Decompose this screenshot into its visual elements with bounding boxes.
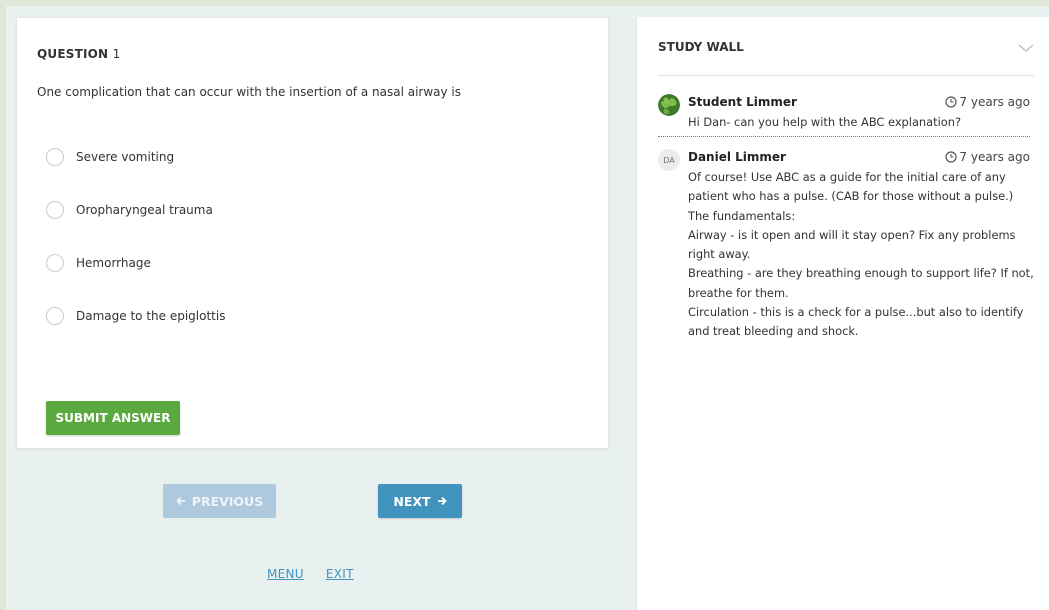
question-card: QUESTION 1 One complication that can occ… <box>16 17 609 449</box>
post-message: Hi Dan- can you help with the ABC explan… <box>688 115 961 129</box>
post-author: Daniel Limmer <box>688 150 786 164</box>
post-author: Student Limmer <box>688 95 797 109</box>
answer-option-label: Severe vomiting <box>76 149 175 164</box>
answer-option-label: Hemorrhage <box>76 255 151 270</box>
post-separator <box>658 136 1030 137</box>
previous-button[interactable]: PREVIOUS <box>163 484 276 518</box>
footer-links: MENU EXIT <box>267 567 354 581</box>
arrow-right-icon <box>437 496 447 506</box>
clock-icon <box>945 96 957 108</box>
answer-option-label: Damage to the epiglottis <box>76 308 226 323</box>
globe-avatar-icon <box>658 94 680 116</box>
radio-button[interactable] <box>46 306 64 325</box>
study-wall-divider <box>658 75 1034 76</box>
answer-option-4[interactable]: Damage to the epiglottis <box>46 289 225 342</box>
previous-label: PREVIOUS <box>191 493 264 509</box>
radio-button[interactable] <box>46 147 64 166</box>
question-text: One complication that can occur with the… <box>37 85 462 99</box>
answer-option-label: Oropharyngeal trauma <box>76 202 213 217</box>
answer-option-3[interactable]: Hemorrhage <box>46 236 225 289</box>
answer-option-1[interactable]: Severe vomiting <box>46 130 225 183</box>
question-number: 1 <box>112 47 121 61</box>
menu-link[interactable]: MENU <box>267 567 304 581</box>
exit-link[interactable]: EXIT <box>326 567 354 581</box>
submit-answer-button[interactable]: SUBMIT ANSWER <box>46 401 180 435</box>
next-button[interactable]: NEXT <box>378 484 462 518</box>
post-message: Of course! Use ABC as a guide for the in… <box>688 170 1034 339</box>
answer-option-2[interactable]: Oropharyngeal trauma <box>46 183 225 236</box>
question-label: QUESTION 1 <box>37 47 121 61</box>
next-label: NEXT <box>393 493 431 509</box>
radio-button[interactable] <box>46 200 64 219</box>
study-wall-panel: STUDY WALL Student Limmer 7 years ago Hi… <box>636 17 1049 610</box>
chevron-down-icon[interactable] <box>1015 39 1037 57</box>
initials-avatar: DA <box>658 149 680 171</box>
study-wall-title: STUDY WALL <box>658 40 744 54</box>
radio-button[interactable] <box>46 253 64 272</box>
clock-icon <box>945 151 957 163</box>
post-timestamp: 7 years ago <box>945 95 1030 109</box>
answer-options: Severe vomiting Oropharyngeal trauma Hem… <box>46 130 225 342</box>
arrow-left-icon <box>176 496 185 506</box>
post-timestamp: 7 years ago <box>945 150 1030 164</box>
